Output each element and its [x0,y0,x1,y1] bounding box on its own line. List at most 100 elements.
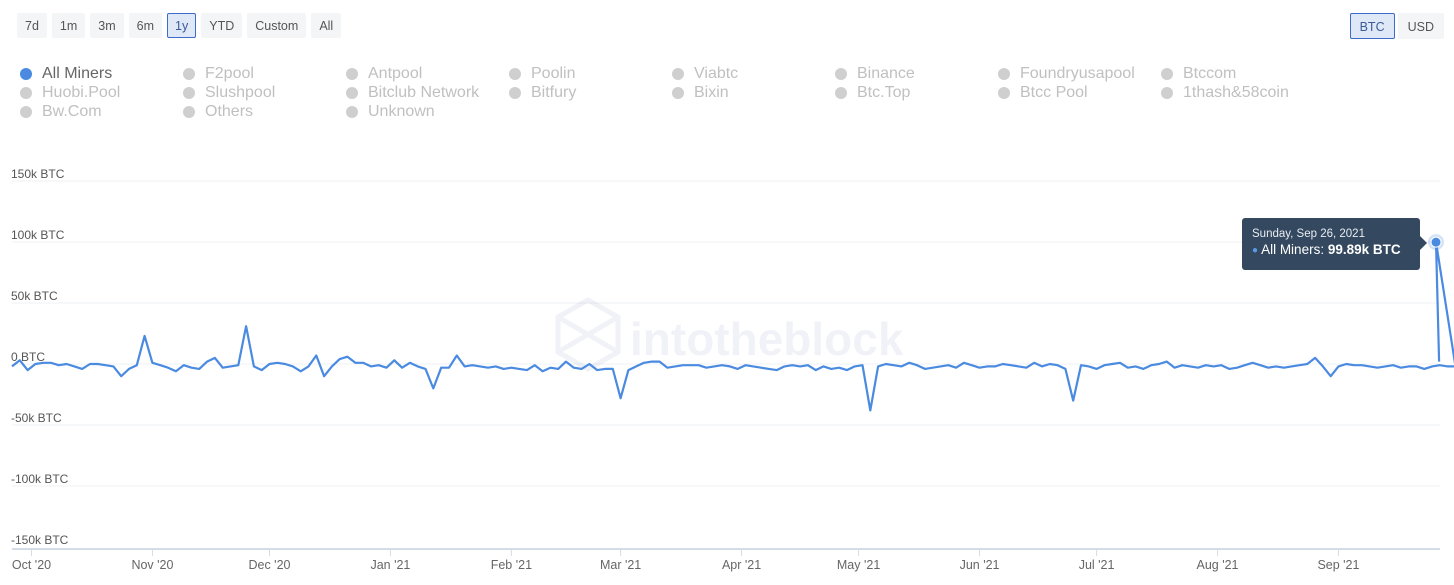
data-point [525,369,528,372]
data-point [892,364,895,367]
data-point [346,355,349,358]
data-point [291,365,294,368]
x-tick-label: Oct '20 [12,558,51,572]
data-point [104,364,107,367]
data-point [26,369,29,372]
data-point [455,354,458,357]
data-point [541,370,544,373]
data-point [18,359,21,362]
data-point [877,365,880,368]
tooltip-series-dot-icon: ● [1252,244,1259,256]
data-point [1212,365,1215,368]
data-point [424,367,427,370]
data-point [213,356,216,359]
data-point [89,363,92,366]
data-point [728,365,731,368]
data-point [1165,360,1168,363]
data-point [916,364,919,367]
data-point [1438,364,1441,367]
data-point [1072,399,1075,402]
data-point [1431,365,1434,368]
y-tick-label: 100k BTC [11,228,65,242]
data-point [510,366,513,369]
data-point [1079,364,1082,367]
data-point [1009,364,1012,367]
data-point [369,365,372,368]
data-point [50,361,53,364]
data-point [822,365,825,368]
data-point [1134,365,1137,368]
data-point [135,364,138,367]
data-point [1118,361,1121,364]
data-point [1446,365,1449,368]
data-point [276,361,279,364]
data-point [1392,364,1395,367]
data-point [713,365,716,368]
data-point [1290,365,1293,368]
data-point [34,363,37,366]
data-point [611,367,614,370]
data-point [1353,364,1356,367]
data-point [861,364,864,367]
data-point [557,367,560,370]
data-point [393,359,396,362]
data-point [596,369,599,372]
data-point [57,364,60,367]
data-point [1438,360,1441,363]
hover-point[interactable] [1430,236,1442,248]
data-point [955,366,958,369]
data-point [206,360,209,363]
data-point [401,366,404,369]
data-point [1064,367,1067,370]
x-tick-label: May '21 [837,558,880,572]
x-tick-label: Sep '21 [1317,558,1359,572]
data-point [970,364,973,367]
data-point [627,369,630,372]
data-point [1275,365,1278,368]
data-point [1360,364,1363,367]
data-point [338,358,341,361]
data-point [229,365,232,368]
data-point [767,367,770,370]
x-tick-label: Jul '21 [1079,558,1115,572]
data-point [151,361,154,364]
data-point [1345,363,1348,366]
data-point [666,366,669,369]
data-point [783,365,786,368]
data-point [1306,363,1309,366]
x-tick-label: Mar '21 [600,558,641,572]
data-point [908,361,911,364]
data-point [260,369,263,372]
data-point [494,365,497,368]
data-point [307,365,310,368]
data-point [479,365,482,368]
data-point [1236,366,1239,369]
data-point [385,366,388,369]
data-point [96,363,99,366]
line-chart: intotheblock 150k BTC100k BTC50k BTC0 BT… [11,167,1454,572]
data-point [830,367,833,370]
data-point [635,365,638,368]
x-tick-label: Aug '21 [1197,558,1239,572]
data-point [182,364,185,367]
data-point [1399,366,1402,369]
y-tick-label: -50k BTC [11,411,62,425]
data-point [1150,364,1153,367]
data-point [931,366,934,369]
data-point [564,360,567,363]
data-point [799,365,802,368]
data-point [252,365,255,368]
data-point [869,409,872,412]
data-point [744,364,747,367]
data-point [143,334,146,337]
data-point [174,370,177,373]
x-tick-label: Dec '20 [248,558,290,572]
watermark-text: intotheblock [630,313,904,365]
data-point [190,366,193,369]
data-point [1111,363,1114,366]
data-point [775,369,778,372]
data-point [1033,361,1036,364]
x-tick-label: Apr '21 [722,558,761,572]
data-point [838,366,841,369]
data-point [237,364,240,367]
